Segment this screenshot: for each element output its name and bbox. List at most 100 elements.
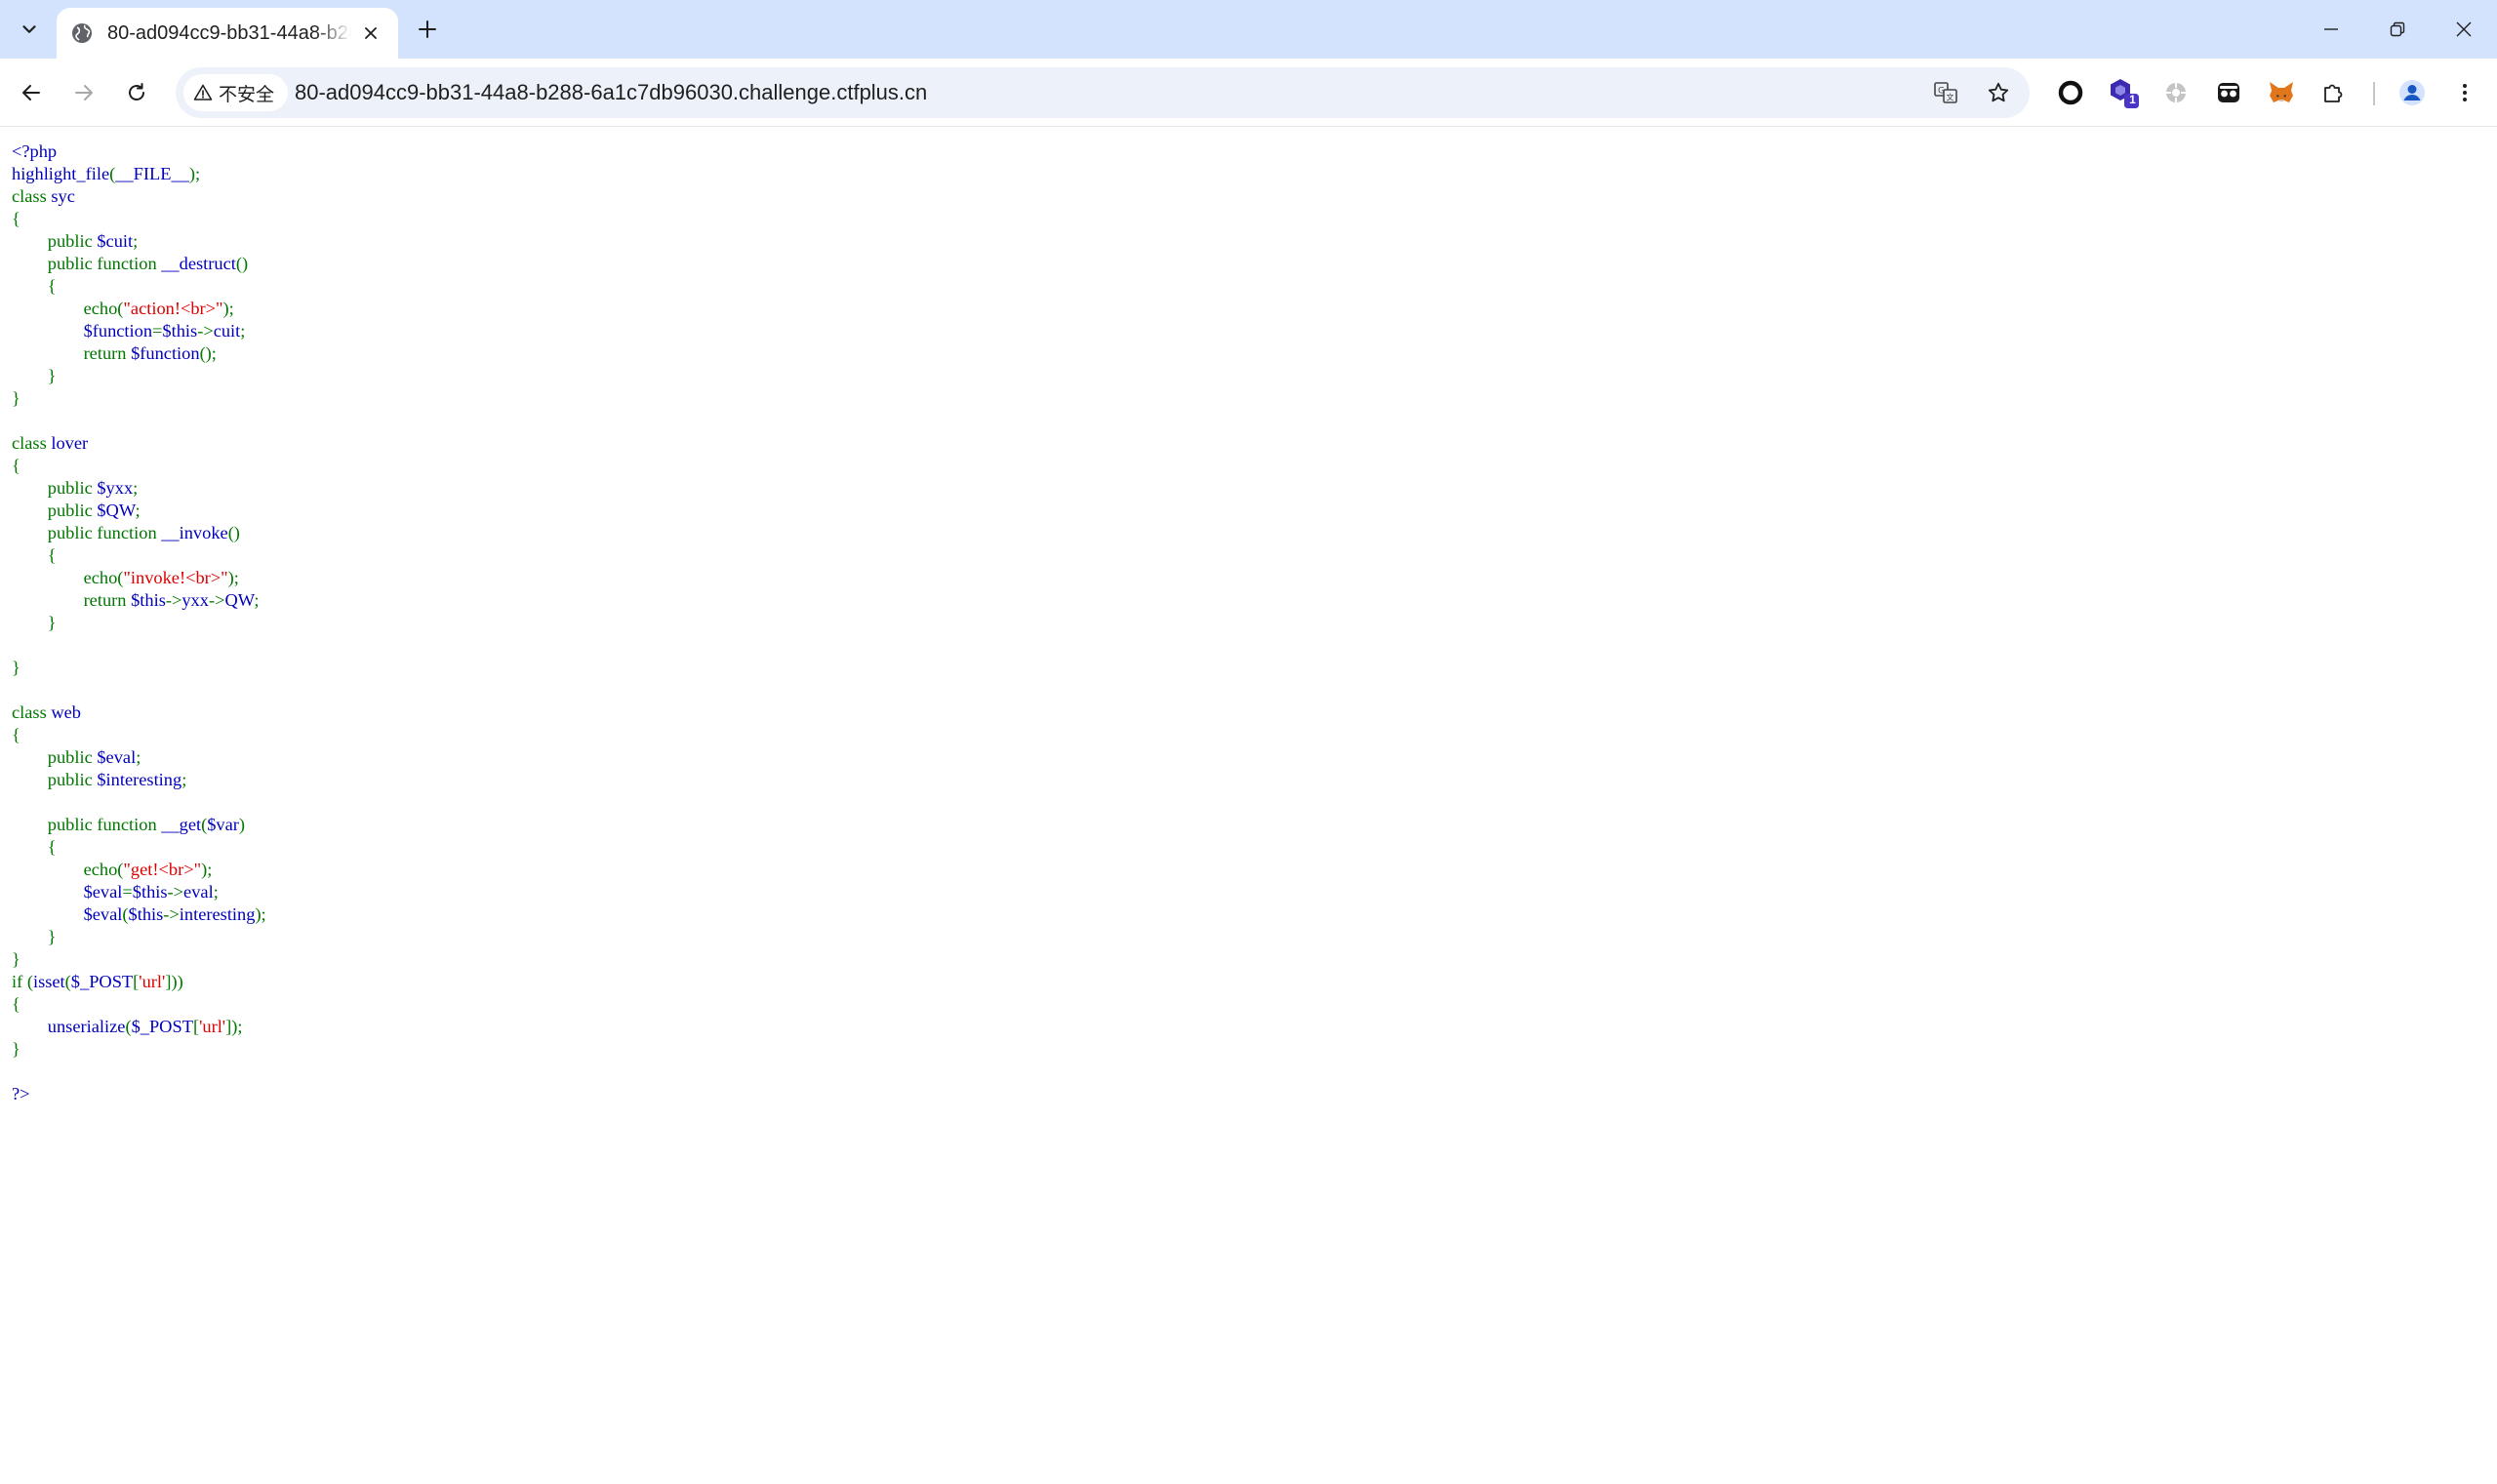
profile-button[interactable] — [2393, 73, 2432, 112]
code-line: } — [12, 657, 2480, 679]
code-line: highlight_file(__FILE__); — [12, 163, 2480, 185]
code-token: echo( — [12, 860, 124, 879]
code-token: } — [12, 388, 20, 408]
code-token: = — [152, 321, 163, 341]
code-token: $this — [131, 590, 166, 610]
address-bar[interactable]: 不安全 80-ad094cc9-bb31-44a8-b288-6a1c7db96… — [176, 67, 2030, 118]
code-token: lover — [51, 433, 89, 453]
code-line: public $cuit; — [12, 230, 2480, 253]
code-line: } — [12, 387, 2480, 410]
extension-incognito-button[interactable] — [2209, 73, 2248, 112]
extension-circle-button[interactable] — [2051, 73, 2090, 112]
code-token: public — [12, 747, 98, 767]
active-tab[interactable]: 80-ad094cc9-bb31-44a8-b288-6a1c7db96030.… — [57, 8, 398, 59]
code-token: $interesting — [97, 770, 182, 789]
code-token: -> — [163, 904, 180, 924]
code-token: } — [12, 927, 57, 946]
extensions-menu-button[interactable] — [2315, 73, 2354, 112]
tab-close-button[interactable] — [357, 20, 384, 47]
code-token: return — [12, 343, 132, 363]
fox-icon — [2270, 82, 2293, 102]
code-token: -> — [165, 590, 182, 610]
menu-button[interactable] — [2445, 73, 2484, 112]
code-token: ) — [238, 815, 246, 834]
restore-icon — [2390, 21, 2405, 37]
code-line: { — [12, 724, 2480, 746]
extension-hexagon-button[interactable]: 1 — [2104, 73, 2143, 112]
code-token: -> — [167, 882, 184, 902]
extension-fox-button[interactable] — [2262, 73, 2301, 112]
new-tab-button[interactable] — [408, 10, 447, 49]
code-token: $_POST — [131, 1017, 193, 1036]
code-line: } — [12, 365, 2480, 387]
code-token: } — [12, 949, 20, 969]
url-text[interactable]: 80-ad094cc9-bb31-44a8-b288-6a1c7db96030.… — [295, 67, 927, 118]
chevron-down-icon — [22, 25, 36, 33]
code-token: () — [235, 254, 249, 273]
code-token: __destruct — [161, 254, 236, 273]
code-line: $function=$this->cuit; — [12, 320, 2480, 342]
code-token: } — [12, 658, 20, 677]
gear-extension-icon — [2166, 83, 2186, 102]
code-token: "action!<br>" — [123, 299, 223, 318]
code-line: echo("invoke!<br>"); — [12, 567, 2480, 589]
code-token: public function — [12, 815, 162, 834]
code-token: ; — [136, 747, 141, 767]
code-token: class — [12, 702, 52, 722]
code-token: -> — [208, 590, 225, 610]
code-token: isset — [32, 972, 65, 991]
code-line: $eval=$this->eval; — [12, 881, 2480, 903]
minimize-button[interactable] — [2298, 0, 2364, 59]
code-token: ); — [188, 164, 201, 183]
code-token: $_POST — [70, 972, 134, 991]
code-token: = — [122, 882, 133, 902]
code-token: eval — [183, 882, 214, 902]
code-token: $var — [207, 815, 239, 834]
arrow-right-icon — [75, 85, 93, 100]
code-token: ; — [240, 321, 246, 341]
bookmark-button[interactable] — [1983, 77, 2014, 108]
page-content: <?php highlight_file(__FILE__); class syc{… — [12, 140, 2480, 1467]
minimize-icon — [2324, 28, 2338, 30]
code-token: syc — [51, 186, 75, 206]
code-token: ); — [255, 904, 266, 924]
code-token: public — [12, 770, 98, 789]
code-token: (); — [199, 343, 217, 363]
code-token: unserialize — [47, 1017, 126, 1036]
code-line: { — [12, 275, 2480, 298]
back-button[interactable] — [8, 69, 55, 116]
window-controls — [2298, 0, 2497, 59]
code-token: web — [51, 702, 81, 722]
svg-text:G: G — [1938, 87, 1945, 97]
warning-icon — [193, 84, 213, 100]
extension-gray-button[interactable] — [2156, 73, 2195, 112]
code-token: return — [12, 590, 132, 610]
close-window-button[interactable] — [2431, 0, 2497, 59]
code-token: $function — [83, 321, 153, 341]
code-token: } — [12, 1039, 20, 1059]
code-line: echo("action!<br>"); — [12, 298, 2480, 320]
code-token: $cuit — [97, 231, 134, 251]
code-token: __invoke — [161, 523, 228, 542]
code-line: $eval($this->interesting); — [12, 903, 2480, 926]
tab-search-button[interactable] — [10, 10, 49, 49]
translate-button[interactable]: G 文 — [1930, 77, 1961, 108]
translate-icon: G 文 — [1934, 82, 1957, 103]
code-token: interesting — [179, 904, 256, 924]
security-chip[interactable]: 不安全 — [183, 74, 289, 111]
code-token: { — [12, 545, 57, 565]
code-token: __get — [161, 815, 202, 834]
code-token: ]); — [225, 1017, 243, 1036]
toolbar-divider — [2373, 82, 2375, 105]
code-token: { — [12, 725, 20, 744]
reload-button[interactable] — [113, 69, 160, 116]
forward-button[interactable] — [60, 69, 107, 116]
code-line: public function __invoke() — [12, 522, 2480, 544]
code-token: echo( — [12, 299, 124, 318]
plus-icon — [419, 20, 436, 38]
restore-button[interactable] — [2364, 0, 2431, 59]
code-token: ])) — [165, 972, 183, 991]
